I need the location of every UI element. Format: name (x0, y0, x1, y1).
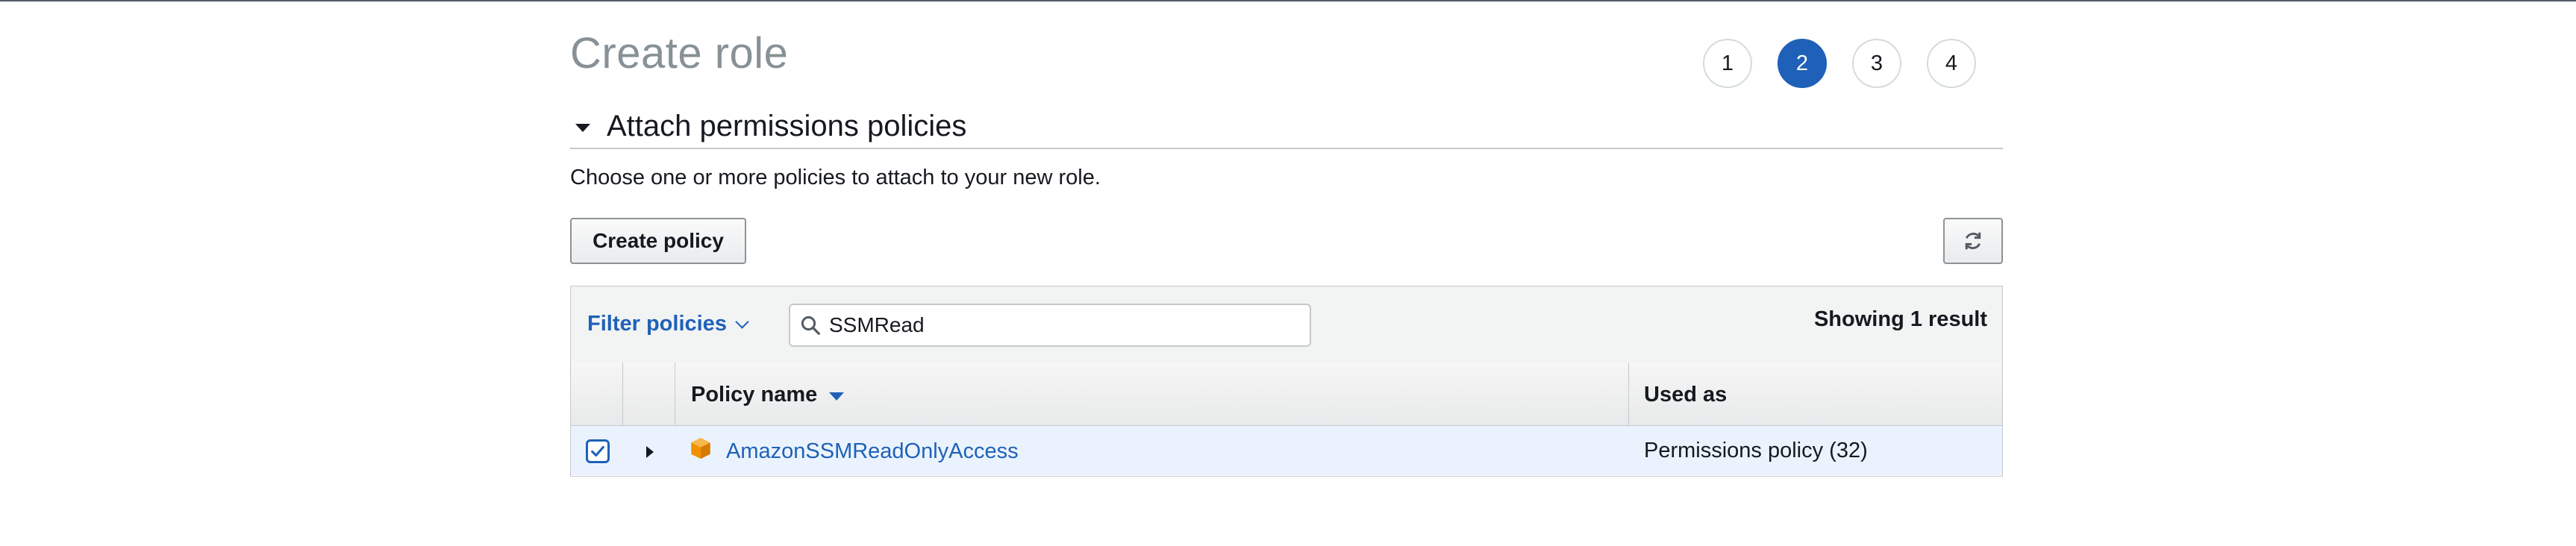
step-1[interactable]: 1 (1703, 39, 1752, 88)
column-divider (1628, 363, 1629, 425)
step-4[interactable]: 4 (1927, 39, 1976, 88)
column-header-policy-name[interactable]: Policy name (691, 383, 845, 407)
filter-policies-dropdown[interactable]: Filter policies (587, 312, 749, 336)
search-input[interactable] (829, 313, 1277, 337)
filter-policies-label: Filter policies (587, 312, 727, 336)
wizard-steps: 1 2 3 4 (1703, 39, 1976, 88)
result-count: Showing 1 result (1813, 307, 1987, 331)
expand-row-icon[interactable] (646, 446, 654, 458)
refresh-button[interactable] (1943, 218, 2003, 264)
create-policy-button[interactable]: Create policy (570, 218, 746, 264)
policy-cube-icon (691, 437, 710, 459)
step-3[interactable]: 3 (1852, 39, 1901, 88)
table-row[interactable]: AmazonSSMReadOnlyAccess Permissions poli… (571, 426, 2002, 475)
checkmark-icon (591, 445, 604, 457)
search-box[interactable] (789, 304, 1311, 347)
refresh-icon (1965, 232, 1981, 250)
column-divider (622, 363, 623, 425)
section-title: Attach permissions policies (607, 109, 967, 142)
step-2-active[interactable]: 2 (1778, 39, 1827, 88)
section-header[interactable]: Attach permissions policies (570, 104, 2003, 149)
table-header: Policy name Used as (571, 363, 2002, 426)
page-title: Create role (570, 29, 789, 78)
chevron-down-icon (735, 315, 749, 329)
column-header-used-as: Used as (1644, 383, 1728, 407)
policy-name-link[interactable]: AmazonSSMReadOnlyAccess (726, 439, 1019, 464)
row-checkbox[interactable] (586, 439, 610, 463)
collapse-caret-icon[interactable] (575, 123, 590, 132)
policies-table: Filter policies Showing 1 result Policy … (570, 286, 2003, 477)
used-as-value: Permissions policy (32) (1644, 439, 1868, 462)
column-header-policy-name-label: Policy name (691, 383, 818, 407)
section-description: Choose one or more policies to attach to… (570, 166, 1101, 189)
filter-bar: Filter policies Showing 1 result (571, 286, 2002, 363)
create-role-page: Create role 1 2 3 4 Attach permissions p… (570, 0, 2003, 546)
search-icon (801, 316, 820, 335)
sort-descending-icon[interactable] (829, 392, 845, 401)
